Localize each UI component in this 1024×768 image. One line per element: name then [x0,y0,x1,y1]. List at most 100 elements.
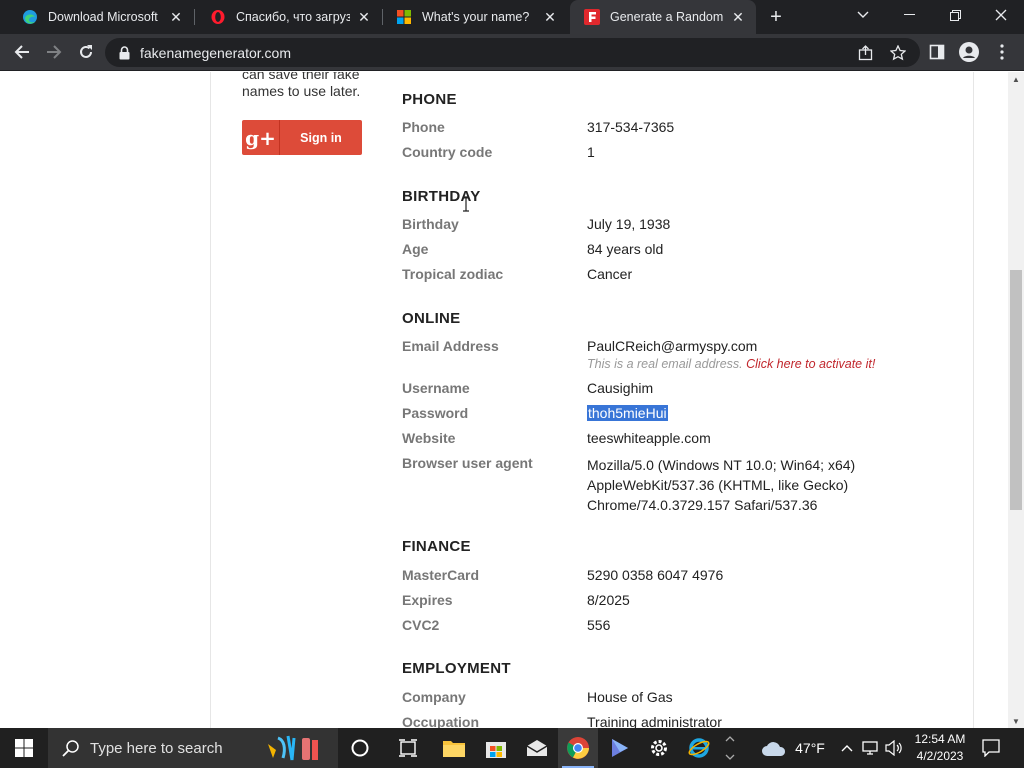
windows-taskbar: Type here to search 47°F 12:54 AM 4/2/20… [0,728,1024,768]
activate-email-link[interactable]: Click here to activate it! [746,357,875,371]
field-label: Expires [402,592,453,608]
new-tab-button[interactable]: + [765,6,787,28]
selected-password-text[interactable]: thoh5mieHui [587,405,668,421]
field-label: Age [402,241,429,257]
field-label: MasterCard [402,567,480,583]
google-plus-signin-button[interactable]: g+ Sign in [242,120,362,155]
field-value: 1 [587,144,595,160]
weather-widget[interactable]: 47°F [758,728,828,768]
field-label: Occupation [402,714,480,728]
row-birthday: Birthday July 19, 1938 [402,216,962,236]
network-button[interactable] [860,728,882,768]
row-website: Website teeswhiteapple.com [402,430,962,450]
row-zodiac: Tropical zodiac Cancer [402,266,962,286]
page-viewport: can save their fake names to use later. … [0,72,1008,728]
cortana-icon [351,739,369,757]
taskbar-file-explorer[interactable] [434,728,474,768]
field-label: Phone [402,119,445,135]
scrollbar-thumb[interactable] [1010,270,1022,510]
tab-whats-your-name[interactable]: What's your name? ✕ [382,0,568,34]
field-label: CVC2 [402,617,440,633]
field-label: Country code [402,144,493,160]
row-country-code: Country code 1 [402,144,962,164]
restore-button[interactable] [932,0,978,30]
task-view-icon [399,739,417,757]
close-tab-icon[interactable]: ✕ [542,9,558,25]
taskbar-store[interactable] [476,728,516,768]
user-agent-line: Chrome/74.0.3729.157 Safari/537.36 [587,497,818,513]
search-highlight-art-icon [268,735,318,761]
lock-icon[interactable] [119,45,130,60]
field-label: Tropical zodiac [402,266,504,282]
notifications-button[interactable] [976,728,1006,768]
field-label: Company [402,689,466,705]
taskbar-internet-explorer[interactable] [679,728,719,768]
show-hidden-icons-button[interactable] [838,728,856,768]
menu-button[interactable] [988,38,1016,66]
temperature-text: 47°F [795,740,825,756]
system-clock[interactable]: 12:54 AM 4/2/2023 [905,731,975,765]
tab-fake-name-generator[interactable]: Generate a Random N ✕ [570,0,756,34]
profile-button[interactable] [955,38,983,66]
close-icon [995,9,1007,21]
row-cvc2: CVC2 556 [402,617,962,637]
row-company: Company House of Gas [402,689,962,709]
email-note: This is a real email address. Click here… [587,357,875,371]
row-phone: Phone 317-534-7365 [402,119,962,139]
field-value: Causighim [587,380,654,396]
start-button[interactable] [0,728,48,768]
bookmark-button[interactable] [884,38,912,67]
store-icon [486,742,506,758]
taskbar-media-app[interactable] [599,728,639,768]
taskbar-mail[interactable] [517,728,557,768]
row-occupation: Occupation Training administrator [402,714,962,728]
tab-opera[interactable]: Спасибо, что загрузил ✕ [196,0,382,34]
close-tab-icon[interactable]: ✕ [730,9,746,25]
tab-title: What's your name? [422,10,530,24]
taskbar-settings[interactable] [639,728,679,768]
close-tab-icon[interactable]: ✕ [168,9,184,25]
email-note-text: This is a real email address. [587,357,743,371]
section-heading-online: ONLINE [402,310,461,327]
clock-time: 12:54 AM [914,732,966,746]
reload-button[interactable] [72,38,100,66]
forward-button[interactable] [40,38,68,66]
field-value: Cancer [587,266,633,282]
tab-download-edge[interactable]: Download Microsoft Ec ✕ [8,0,194,34]
reload-icon [80,45,92,58]
chrome-icon [567,737,589,759]
scroll-up-icon[interactable]: ▲ [1008,72,1024,86]
tab-search-button[interactable] [840,0,886,30]
minimize-icon [903,14,915,15]
page-scrollbar[interactable]: ▲ ▼ [1008,72,1024,728]
search-icon [62,740,79,757]
row-mastercard: MasterCard 5290 0358 6047 4976 [402,567,962,587]
scroll-down-icon[interactable]: ▼ [1008,714,1024,728]
field-label: Website [402,430,456,446]
edge-icon [23,10,37,24]
task-view-button[interactable] [388,728,428,768]
taskbar-chrome[interactable] [558,728,598,768]
field-label: Username [402,380,470,396]
arrow-left-icon [14,45,29,59]
sidebar-text: can save their fake names to use later. [242,72,372,100]
taskbar-search-box[interactable]: Type here to search [48,728,338,768]
field-value: 8/2025 [587,592,630,608]
minimize-button[interactable] [886,0,932,30]
close-tab-icon[interactable]: ✕ [356,9,372,25]
volume-button[interactable] [883,728,905,768]
field-value: 317-534-7365 [587,119,675,135]
url-text: fakenamegenerator.com [140,44,291,61]
field-value: 84 years old [587,241,664,257]
address-bar[interactable]: fakenamegenerator.com [105,38,920,67]
taskbar-overflow[interactable] [720,728,740,768]
share-button[interactable] [852,38,880,67]
speaker-icon [885,740,902,756]
close-window-button[interactable] [978,0,1024,30]
star-icon [890,44,906,60]
cortana-button[interactable] [340,728,380,768]
back-button[interactable] [8,38,36,66]
folder-icon [443,741,465,757]
user-agent-line: Mozilla/5.0 (Windows NT 10.0; Win64; x64… [587,457,856,473]
side-panel-button[interactable] [923,38,951,66]
